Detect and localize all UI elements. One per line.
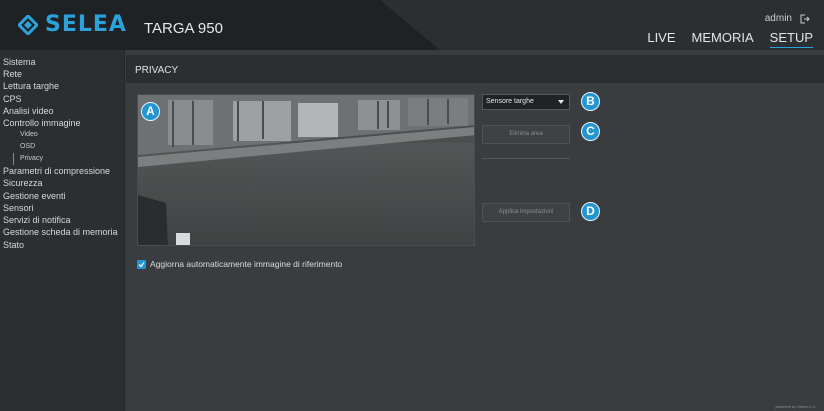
sensor-select-value: Sensore targhe [486,98,534,105]
username: admin [764,13,792,24]
sidebar-item-parametri-compressione[interactable]: Parametri di compressione [0,165,124,177]
chevron-down-icon [558,100,564,104]
sensor-select[interactable]: Sensore targhe [482,94,570,110]
sidebar-item-sensori[interactable]: Sensori [0,202,124,214]
callout-b: B [581,92,600,111]
clear-area-button[interactable]: Elimina area [482,125,570,144]
sidebar-subitem-osd[interactable]: OSD [0,141,124,153]
nav-live[interactable]: LIVE [647,30,675,48]
callout-c: C [581,122,600,141]
sidebar-item-cps[interactable]: CPS [0,93,124,105]
sidebar-item-sistema[interactable]: Sistema [0,56,124,68]
nav-setup[interactable]: SETUP [769,30,813,48]
sidebar-item-rete[interactable]: Rete [0,68,124,80]
top-header: SELEA TARGA 950 admin LIVE MEMORIA SETUP [0,0,824,50]
camera-preview[interactable] [137,94,475,246]
sidebar-item-sicurezza[interactable]: Sicurezza [0,177,124,189]
callout-d: D [581,202,600,221]
callout-a: A [141,102,160,121]
sidebar-item-gestione-scheda-memoria[interactable]: Gestione scheda di memoria [0,226,124,239]
sidebar-item-controllo-immagine[interactable]: Controllo immagine [0,117,124,129]
brand-name: SELEA [45,12,127,37]
user-area: admin [765,13,810,24]
sidebar-item-lettura-targhe[interactable]: Lettura targhe [0,80,124,92]
auto-refresh-checkbox[interactable] [137,259,146,269]
nav-memoria[interactable]: MEMORIA [692,30,754,48]
camera-scene [138,95,474,245]
sidebar-item-gestione-eventi[interactable]: Gestione eventi [0,190,124,202]
sidebar-item-analisi-video[interactable]: Analisi video [0,105,124,117]
product-name: TARGA 950 [144,20,223,37]
footer-credit: powered by Selea s.r.l. [775,404,816,409]
apply-settings-button[interactable]: Applica impostazioni [482,203,570,222]
page-title: PRIVACY [135,65,179,76]
selea-logo-icon [18,15,38,35]
setup-sidebar: Sistema Rete Lettura targhe CPS Analisi … [0,50,125,411]
sidebar-item-stato[interactable]: Stato [0,239,124,251]
main-nav: LIVE MEMORIA SETUP [647,30,813,48]
logout-icon[interactable] [800,14,810,24]
brand-logo: SELEA [18,13,127,37]
sidebar-item-servizi-notifica[interactable]: Servizi di notifica [0,214,124,226]
auto-refresh-label: Aggiorna automaticamente immagine di rif… [150,259,343,269]
sidebar-subitem-privacy[interactable]: Privacy [13,153,124,166]
auto-refresh-row: Aggiorna automaticamente immagine di rif… [137,259,342,269]
sidebar-subitem-video[interactable]: Video [0,129,124,141]
control-divider [482,158,570,159]
checkmark-icon [138,261,145,267]
page-title-bar: PRIVACY [126,55,824,83]
